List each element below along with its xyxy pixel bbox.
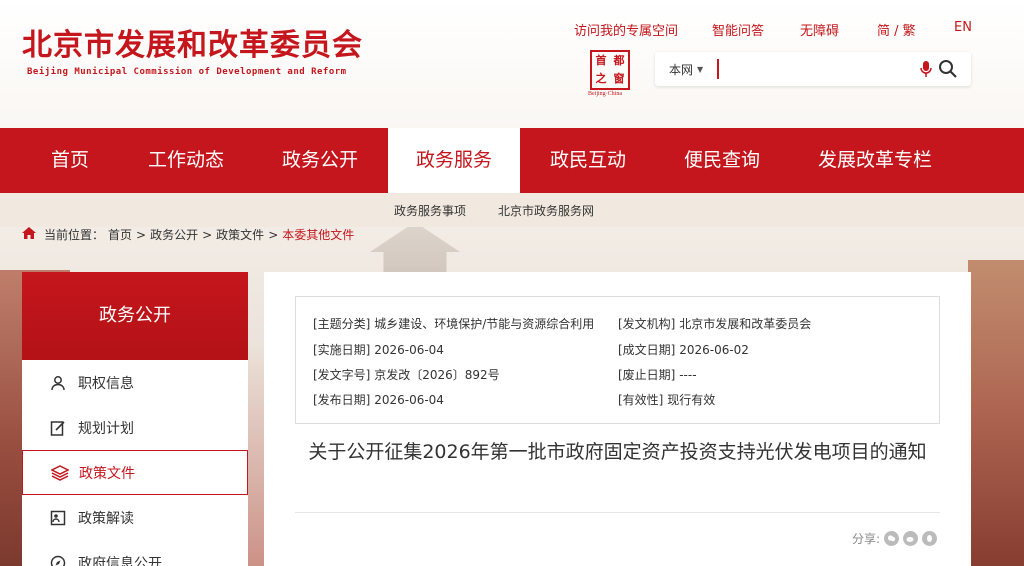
wechat-share-icon[interactable] <box>884 531 900 546</box>
search-scope-label: 本网 <box>669 63 694 77</box>
personal-space-link[interactable]: 访问我的专属空间 <box>574 20 678 39</box>
breadcrumb-label: 当前位置： <box>44 228 105 242</box>
capital-window-seal-logo[interactable]: 首 都 之 窗 <box>590 50 630 90</box>
sidebar-item-label: 政策解读 <box>78 510 134 527</box>
share-bar: 分享: <box>852 530 938 547</box>
meta-key: [发文字号] <box>313 368 371 382</box>
meta-abolish-date: [废止日期] ---- <box>618 366 697 383</box>
meta-value: 现行有效 <box>667 393 716 407</box>
breadcrumb: 当前位置： 首页 > 政务公开 > 政策文件 > 本委其他文件 <box>22 226 354 243</box>
meta-value: ---- <box>679 368 697 382</box>
meta-effective-date: [实施日期] 2026-06-04 <box>313 341 444 358</box>
meta-written-date: [成文日期] 2026-06-02 <box>618 341 749 358</box>
edit-document-icon <box>50 420 72 436</box>
home-icon <box>22 227 36 242</box>
breadcrumb-separator: > <box>202 227 213 242</box>
meta-key: [发布日期] <box>313 393 371 407</box>
meta-key: [发文机构] <box>618 317 676 331</box>
subnav-service-items[interactable]: 政务服务事项 <box>394 202 466 219</box>
meta-topic: [主题分类] 城乡建设、环境保护/节能与资源综合利用 <box>313 315 594 332</box>
main-content: [主题分类] 城乡建设、环境保护/节能与资源综合利用 [发文机构] 北京市发展和… <box>264 272 971 566</box>
search-icon[interactable] <box>938 59 958 83</box>
meta-validity: [有效性] 现行有效 <box>618 391 715 408</box>
interpretation-icon <box>50 510 72 526</box>
meta-issuer: [发文机构] 北京市发展和改革委员会 <box>618 315 811 332</box>
search-input[interactable] <box>717 59 907 79</box>
meta-value: 城乡建设、环境保护/节能与资源综合利用 <box>374 317 595 331</box>
sidebar-item-label: 规划计划 <box>78 420 134 437</box>
seal-caption: Beijing·China <box>588 91 622 97</box>
sidebar-item-interpretation[interactable]: 政策解读 <box>22 495 248 540</box>
meta-value: 北京市发展和改革委员会 <box>679 317 812 331</box>
weibo-share-icon[interactable] <box>903 531 919 546</box>
seal-char: 首 <box>595 54 607 67</box>
breadcrumb-separator: > <box>268 227 279 242</box>
meta-publish-date: [发布日期] 2026-06-04 <box>313 391 444 408</box>
layers-icon <box>51 464 73 481</box>
meta-value: 2026-06-04 <box>374 343 444 357</box>
search-box: 本网 ▼ <box>655 52 971 86</box>
meta-value: 2026-06-02 <box>679 343 749 357</box>
sidebar-title: 政务公开 <box>22 272 248 360</box>
nav-government-affairs-open[interactable]: 政务公开 <box>264 128 376 193</box>
search-scope-select[interactable]: 本网 ▼ <box>669 61 703 78</box>
sidebar-item-label: 政府信息公开 <box>78 555 162 566</box>
language-simplified-traditional-link[interactable]: 简 / 繁 <box>877 20 916 39</box>
nav-home[interactable]: 首页 <box>30 128 110 193</box>
sidebar-item-authority-info[interactable]: 职权信息 <box>22 360 248 405</box>
meta-key: [主题分类] <box>313 317 371 331</box>
site-title-en: Beijing Municipal Commission of Developm… <box>27 67 347 77</box>
caret-down-icon: ▼ <box>697 65 704 74</box>
compass-icon <box>50 555 72 566</box>
document-title: 关于公开征集2026年第一批市政府固定资产投资支持光伏发电项目的通知 <box>308 441 927 463</box>
sidebar-item-planning[interactable]: 规划计划 <box>22 405 248 450</box>
breadcrumb-current[interactable]: 本委其他文件 <box>282 226 354 243</box>
share-label: 分享: <box>852 532 881 546</box>
meta-value: 2026-06-04 <box>374 393 444 407</box>
sidebar-item-policy-docs[interactable]: 政策文件 <box>22 450 248 495</box>
breadcrumb-home[interactable]: 首页 <box>108 226 132 243</box>
english-link[interactable]: EN <box>954 20 972 35</box>
subnav-service-portal[interactable]: 北京市政务服务网 <box>498 202 594 219</box>
meta-key: [成文日期] <box>618 343 676 357</box>
document-meta-table: [主题分类] 城乡建设、环境保护/节能与资源综合利用 [发文机构] 北京市发展和… <box>295 296 940 424</box>
site-header: 北京市发展和改革委员会 Beijing Municipal Commission… <box>0 0 1024 128</box>
nav-work-news[interactable]: 工作动态 <box>130 128 242 193</box>
meta-document-number: [发文字号] 京发改〔2026〕892号 <box>313 366 500 383</box>
qq-share-icon[interactable] <box>922 531 938 546</box>
background-roof-right <box>968 260 1024 566</box>
nav-public-query[interactable]: 便民查询 <box>666 128 778 193</box>
sub-nav: 政务服务事项 北京市政务服务网 <box>0 193 1024 227</box>
seal-char: 之 <box>595 72 607 85</box>
breadcrumb-separator: > <box>136 227 147 242</box>
sidebar: 政务公开 职权信息 规划计划 政策文件 政策解读 政府信息公开 <box>22 272 248 566</box>
site-title-cn[interactable]: 北京市发展和改革委员会 <box>22 20 363 64</box>
sidebar-item-gov-info-open[interactable]: 政府信息公开 <box>22 540 248 566</box>
nav-reform-column[interactable]: 发展改革专栏 <box>800 128 950 193</box>
meta-key: [废止日期] <box>618 368 676 382</box>
sidebar-item-label: 职权信息 <box>78 375 134 392</box>
microphone-icon[interactable] <box>920 60 932 82</box>
accessibility-link[interactable]: 无障碍 <box>800 20 839 39</box>
person-icon <box>50 375 72 391</box>
meta-value: 京发改〔2026〕892号 <box>374 368 500 382</box>
sidebar-item-label: 政策文件 <box>79 465 135 482</box>
main-nav: 首页 工作动态 政务公开 政务服务 政民互动 便民查询 发展改革专栏 <box>0 128 1024 193</box>
meta-key: [有效性] <box>618 393 664 407</box>
seal-char: 都 <box>613 54 625 67</box>
seal-char: 窗 <box>613 72 625 85</box>
smart-qa-link[interactable]: 智能问答 <box>712 20 764 39</box>
title-divider <box>295 512 940 513</box>
breadcrumb-policy-docs[interactable]: 政策文件 <box>216 226 264 243</box>
nav-interaction[interactable]: 政民互动 <box>532 128 644 193</box>
breadcrumb-gov-open[interactable]: 政务公开 <box>150 226 198 243</box>
meta-key: [实施日期] <box>313 343 371 357</box>
nav-government-services[interactable]: 政务服务 <box>388 128 520 193</box>
